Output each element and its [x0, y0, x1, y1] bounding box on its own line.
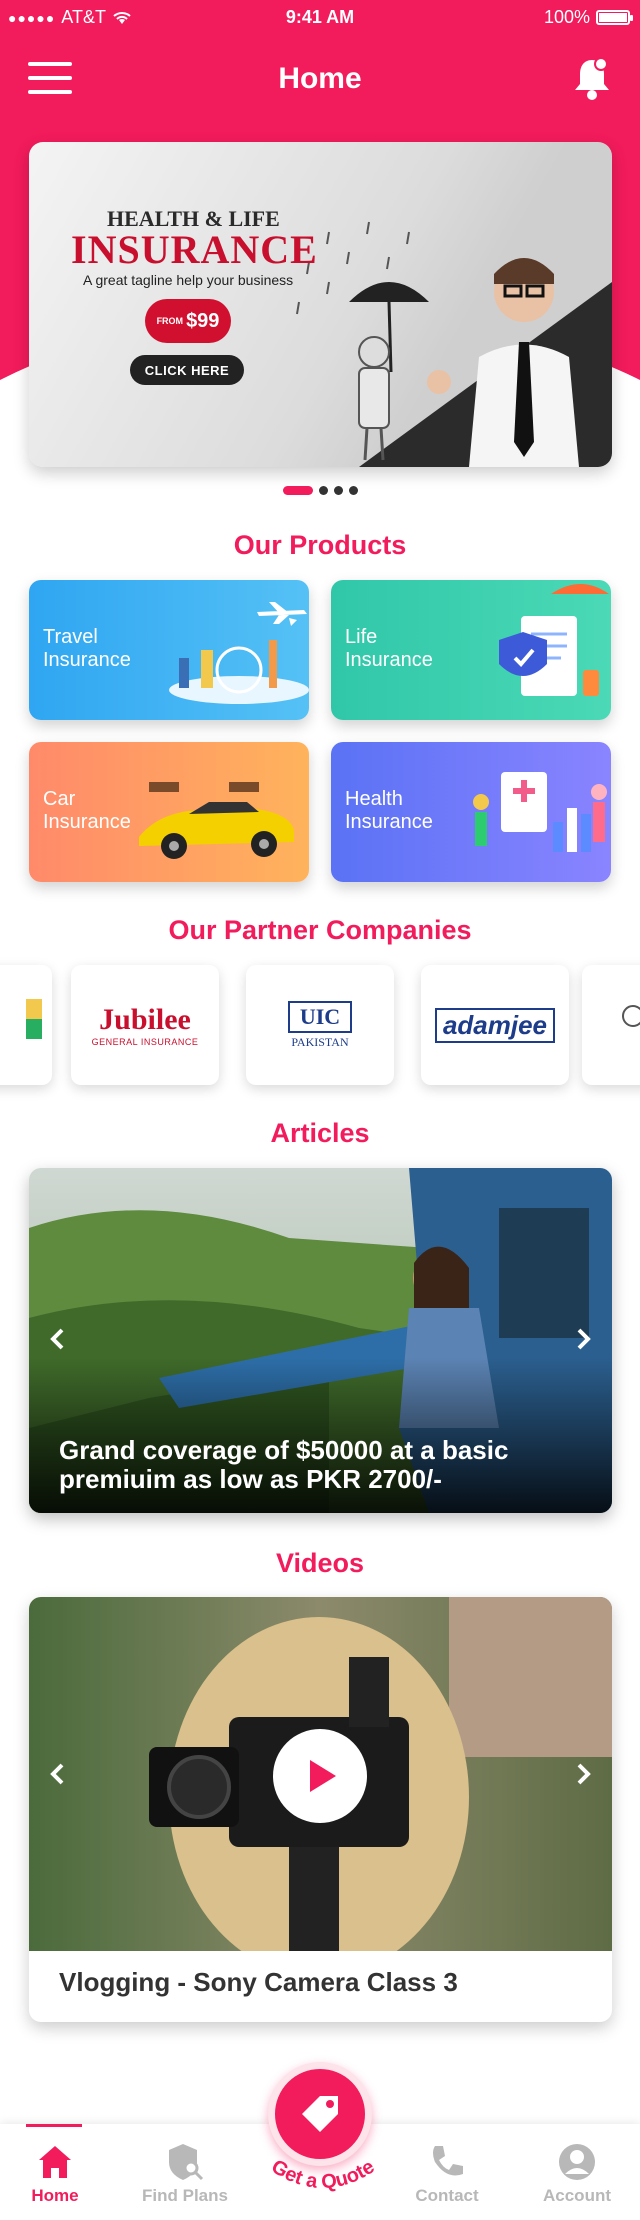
car-icon [139, 782, 294, 859]
banner-tagline: A great tagline help your business [83, 272, 294, 288]
tab-label: Find Plans [142, 2186, 228, 2205]
partner-card-partial[interactable] [0, 965, 52, 1085]
bell-icon[interactable] [572, 56, 612, 102]
chevron-left-icon[interactable] [43, 1759, 73, 1789]
tab-contact[interactable]: Contact [392, 2124, 502, 2220]
click-here-button[interactable]: CLICK HERE [130, 355, 244, 385]
tag-icon [302, 2096, 338, 2132]
battery-icon [596, 10, 633, 25]
partner-name: UIC [288, 1000, 352, 1033]
banner-illustration [296, 221, 612, 467]
svg-text:Get a Quote: Get a Quote [267, 2156, 378, 2194]
top-nav: Home [0, 50, 640, 110]
price-badge: FROM $99 [145, 299, 231, 343]
chevron-right-icon[interactable] [568, 1759, 598, 1789]
articles-title: Articles [270, 1118, 370, 1148]
article-caption: Grand coverage of $50000 at a basic prem… [59, 1435, 509, 1494]
partners-title: Our Partner Companies [168, 915, 472, 945]
chart-icon [473, 772, 607, 852]
partner-subtitle: PAKISTAN [291, 1034, 349, 1049]
article-card[interactable]: Grand coverage of $50000 at a basic prem… [29, 1168, 612, 1513]
chevron-right-icon[interactable] [568, 1324, 598, 1354]
partner-card-uic[interactable]: UIC PAKISTAN [246, 965, 394, 1085]
partner-logo [622, 1005, 640, 1027]
carousel-dot[interactable] [333, 486, 343, 495]
video-title: Vlogging - Sony Camera Class 3 [59, 1967, 458, 1997]
partner-name: Jubilee [99, 1003, 191, 1036]
video-card[interactable]: Vlogging - Sony Camera Class 3 [29, 1597, 612, 2022]
price-from-label: FROM [156, 316, 184, 326]
tab-label: Contact [415, 2186, 479, 2205]
carousel-dot-active[interactable] [282, 486, 313, 495]
life-insurance-tile[interactable]: Life Insurance [331, 580, 611, 720]
partner-subtitle: GENERAL INSURANCE [91, 1037, 199, 1047]
tab-label: Account [543, 2186, 611, 2205]
partner-logo [26, 999, 42, 1039]
home-screen: ●●●●● AT&T 9:41 AM 100% Home HEALTH & LI… [0, 0, 640, 2220]
shield-icon [499, 584, 609, 696]
carousel-dot[interactable] [348, 486, 358, 495]
partner-card-partial[interactable] [582, 965, 640, 1085]
partner-carousel[interactable]: Jubilee GENERAL INSURANCE UIC PAKISTAN a… [0, 965, 640, 1087]
tab-account[interactable]: Account [522, 2124, 632, 2220]
get-a-quote-label[interactable]: Get a Quote [248, 2142, 398, 2202]
chevron-left-icon[interactable] [43, 1324, 73, 1354]
tab-find-plans[interactable]: Find Plans [130, 2124, 240, 2220]
price-amount: $99 [186, 309, 220, 332]
find-plans-icon [169, 2144, 204, 2181]
tab-home[interactable]: Home [0, 2124, 110, 2220]
tab-label: Home [31, 2186, 79, 2205]
promo-banner[interactable]: HEALTH & LIFE INSURANCE A great tagline … [29, 142, 612, 467]
partner-card-jubilee[interactable]: Jubilee GENERAL INSURANCE [71, 965, 219, 1085]
play-icon [310, 1760, 336, 1792]
travel-insurance-tile[interactable]: Travel Insurance [29, 580, 309, 720]
page-title: Home [278, 62, 362, 95]
home-icon [39, 2146, 71, 2178]
quote-label-text: Get a Quote [267, 2156, 378, 2194]
phone-icon [433, 2146, 463, 2176]
carousel-indicator[interactable] [0, 486, 640, 495]
car-insurance-tile[interactable]: Car Insurance [29, 742, 309, 882]
account-icon [559, 2144, 595, 2180]
play-button[interactable] [273, 1729, 367, 1823]
videos-title: Videos [275, 1548, 365, 1578]
battery-percent: 100% [543, 7, 590, 27]
status-bar: ●●●●● AT&T 9:41 AM 100% [0, 0, 640, 36]
partner-name: adamjee [434, 1007, 556, 1043]
health-insurance-tile[interactable]: Health Insurance [331, 742, 611, 882]
banner-heading-large: INSURANCE [71, 227, 318, 272]
carousel-dot[interactable] [318, 486, 328, 495]
partner-card-adamjee[interactable]: adamjee [421, 965, 569, 1085]
products-title: Our Products [233, 530, 407, 560]
plane-icon [169, 602, 309, 704]
